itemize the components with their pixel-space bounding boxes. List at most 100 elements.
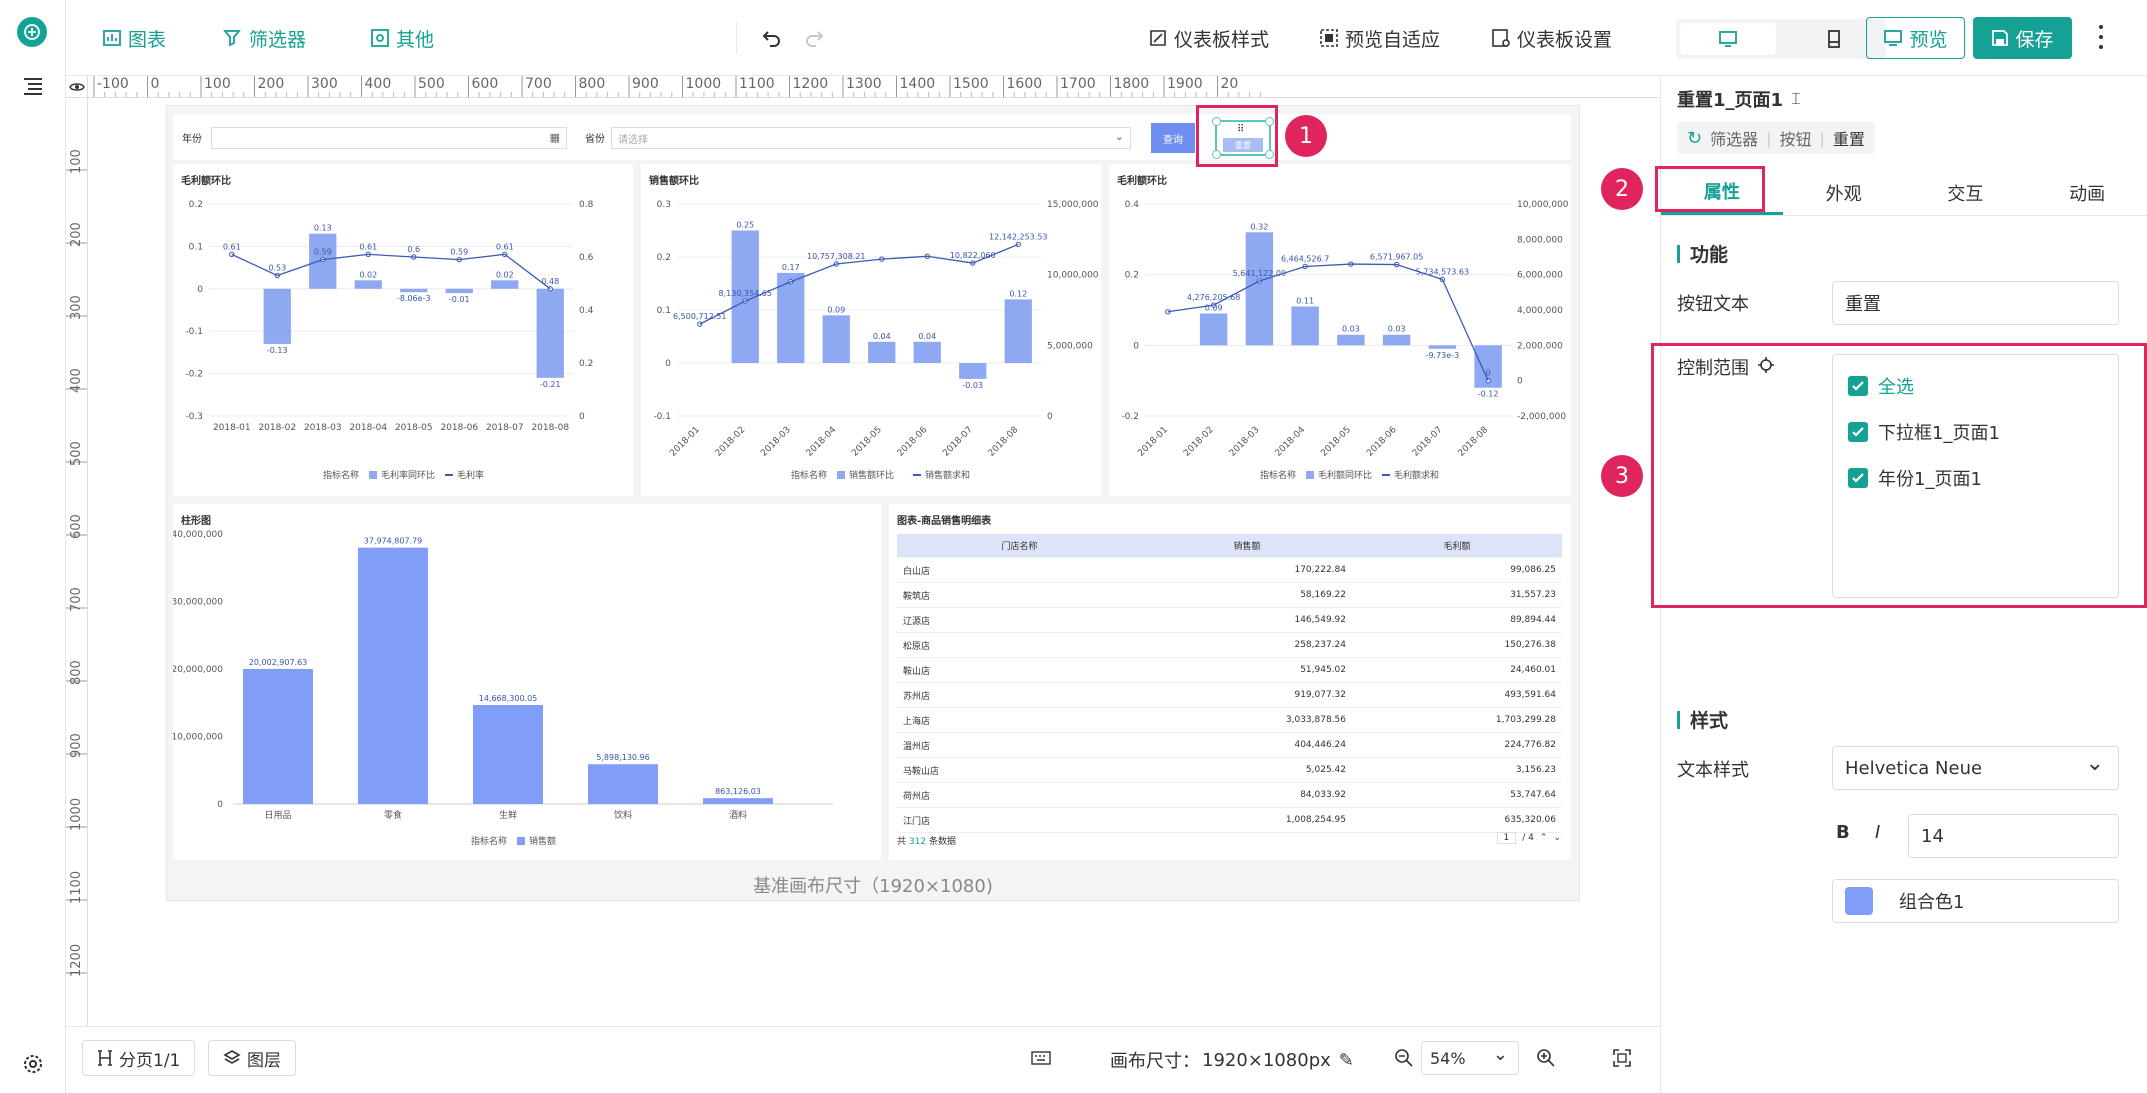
preview-button[interactable]: 预览	[1866, 17, 1965, 59]
bar-label: 0.12	[1009, 289, 1027, 298]
bar-label: -9.73e-3	[1426, 351, 1460, 360]
breadcrumb-item[interactable]: 筛选器	[1710, 126, 1758, 150]
color-picker[interactable]: 组合色1	[1832, 879, 2119, 923]
keyboard-icon[interactable]	[1030, 1049, 1052, 1067]
table-cell: 58,169.22	[1300, 590, 1346, 600]
bar	[473, 704, 543, 804]
more-icon[interactable]	[2096, 22, 2106, 52]
dashboard-settings-button[interactable]: 仪表板设置	[1491, 18, 1612, 58]
table-cell: 24,460.01	[1510, 665, 1556, 675]
breadcrumb-item: 重置	[1832, 130, 1865, 149]
bar-label: -0.13	[267, 346, 288, 355]
tab-appearance[interactable]: 外观	[1783, 170, 1905, 215]
breadcrumb-item[interactable]: 按钮	[1780, 126, 1812, 150]
tab-animation[interactable]: 动画	[2026, 170, 2147, 215]
filter-menu-button[interactable]: 筛选器	[223, 18, 306, 58]
bar	[1428, 345, 1457, 349]
layers-button[interactable]: 图层	[208, 1040, 296, 1076]
add-component-icon[interactable]	[17, 17, 47, 47]
bar-label: 0.03	[1388, 325, 1406, 334]
legend-swatch	[1306, 471, 1314, 479]
table-cell: 170,222.84	[1294, 565, 1346, 575]
marker-2: 2	[1601, 168, 1643, 210]
italic-button[interactable]: I	[1875, 822, 1880, 843]
bold-button[interactable]: B	[1836, 822, 1850, 843]
chart-menu-button[interactable]: 图表	[102, 18, 166, 58]
other-menu-button[interactable]: 其他	[370, 18, 434, 58]
font-size-input[interactable]: 14	[1908, 814, 2119, 858]
bar-label: 0.04	[918, 332, 936, 341]
chevron-down-icon[interactable]: ⌄	[1553, 833, 1561, 843]
ruler-label: 1900	[1167, 76, 1203, 92]
dashboard-settings-label: 仪表板设置	[1517, 28, 1613, 51]
other-menu-label: 其他	[396, 28, 435, 51]
x-tick-label: 2018-08	[1457, 425, 1491, 459]
y-tick-label: 0	[197, 285, 203, 295]
zoom-in-icon[interactable]	[1534, 1046, 1558, 1070]
line-label: 0.6	[407, 245, 420, 254]
chevron-up-icon[interactable]: ⌃	[1540, 833, 1548, 843]
font-family-value: Helvetica Neue	[1845, 757, 1983, 779]
ruler-label: 400	[69, 368, 84, 393]
chevron-down-icon: ⌄	[1114, 130, 1124, 143]
undo-icon[interactable]	[760, 26, 784, 50]
bar	[1004, 299, 1032, 363]
y2-tick-label: 0.8	[579, 200, 594, 210]
y-tick-label: -0.3	[185, 412, 203, 422]
refresh-icon[interactable]: ↻	[1687, 128, 1702, 149]
table-cell: 258,237.24	[1294, 640, 1346, 650]
eye-icon[interactable]	[66, 76, 88, 98]
ruler-label: 900	[632, 76, 659, 92]
zoom-select[interactable]: 54% ⌄	[1421, 1041, 1519, 1075]
button-text-value: 重置	[1845, 294, 1881, 315]
bar-label: -0.01	[449, 295, 470, 304]
ruler-label: 1800	[1114, 76, 1150, 92]
fullscreen-icon[interactable]	[1610, 1046, 1634, 1070]
table-row: 白山店 170,222.84 99,086.25	[897, 558, 1562, 583]
tab-interaction[interactable]: 交互	[1905, 170, 2027, 215]
year-filter-input[interactable]: ▦	[211, 127, 567, 149]
settings-icon[interactable]	[21, 1052, 45, 1076]
chevron-down-icon: ⌄	[1492, 1044, 1508, 1065]
preview-adapt-button[interactable]: 预览自适应	[1319, 18, 1440, 58]
section-function: 功能	[1677, 240, 1728, 267]
edit-icon[interactable]: ✎	[1339, 1050, 1354, 1071]
ruler-label: 600	[69, 514, 84, 539]
button-text-input[interactable]: 重置	[1832, 281, 2119, 325]
x-tick-label: 2018-07	[486, 423, 524, 433]
table-cell: 上海店	[903, 716, 931, 727]
table-cell: 白山店	[903, 566, 931, 577]
marker-3: 3	[1601, 455, 1643, 497]
pages-button[interactable]: 分页1/1	[82, 1040, 196, 1076]
vertical-ruler-ticks: 100 200 300 400 500 600 700 800 900 1000 1100 1200	[66, 149, 87, 977]
rename-icon[interactable]: ⌶	[1791, 89, 1801, 109]
y-tick-label: 0	[665, 359, 671, 369]
x-tick-label: 2018-01	[213, 423, 251, 433]
save-button[interactable]: 保存	[1973, 17, 2072, 59]
font-family-select[interactable]: Helvetica Neue ⌄	[1832, 746, 2119, 790]
query-button[interactable]: 查询	[1151, 123, 1195, 153]
total-suffix: 条数据	[928, 837, 956, 847]
line-label: 5,641,122.09	[1233, 269, 1286, 278]
y2-tick-label: 0.2	[579, 359, 593, 369]
outline-icon[interactable]	[22, 76, 44, 96]
button-text-label: 按钮文本	[1677, 294, 1749, 315]
page-input[interactable]: 1	[1496, 832, 1517, 844]
bar-label: 0.13	[314, 224, 332, 233]
y2-tick-label: 15,000,000	[1047, 200, 1099, 210]
x-tick-label: 2018-04	[805, 425, 839, 459]
bar-label: -8.06e-3	[397, 294, 431, 303]
x-tick-label: 2018-07	[941, 425, 975, 459]
y2-tick-label: 5,000,000	[1047, 341, 1093, 351]
province-filter-select[interactable]: 请选择 ⌄	[611, 127, 1131, 149]
dashboard-style-button[interactable]: 仪表板样式	[1148, 18, 1269, 58]
zoom-value: 54%	[1430, 1048, 1466, 1068]
vertical-ruler: 100 200 300 400 500 600 700 800 900 1000 1100 1200	[66, 98, 88, 1028]
bar	[1291, 306, 1319, 346]
redo-icon[interactable]	[802, 26, 826, 50]
desktop-view-icon[interactable]	[1680, 23, 1776, 55]
table-cell: 53,747.64	[1510, 790, 1556, 800]
marker-1-label: 1	[1299, 123, 1313, 149]
ruler-label: 600	[472, 76, 499, 92]
zoom-out-icon[interactable]	[1392, 1046, 1416, 1070]
